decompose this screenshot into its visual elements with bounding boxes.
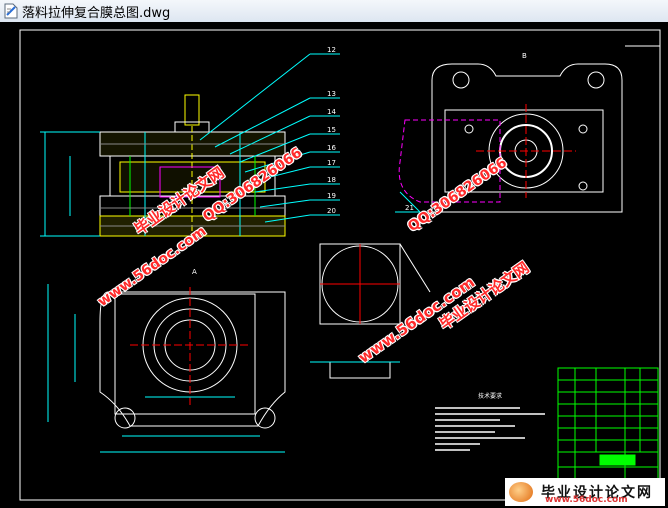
view-label-a: A xyxy=(192,268,197,276)
drawing-border xyxy=(19,29,661,501)
part-number-16: 16 xyxy=(327,144,336,152)
part-numbers: 12 13 14 15 16 17 18 19 20 21 xyxy=(327,46,414,215)
part-number-21: 21 xyxy=(405,204,414,212)
bottom-view-a: A xyxy=(47,268,286,453)
part-number-19: 19 xyxy=(327,192,336,200)
view-label-b: B xyxy=(522,52,527,60)
window-titlebar: 落料拉伸复合膜总图.dwg xyxy=(0,0,668,23)
part-number-17: 17 xyxy=(327,159,336,167)
part-number-20: 20 xyxy=(327,207,336,215)
top-view-b: B xyxy=(398,52,623,213)
part-number-13: 13 xyxy=(327,90,336,98)
part-number-15: 15 xyxy=(327,126,336,134)
window-title: 落料拉伸复合膜总图.dwg xyxy=(22,5,171,21)
part-number-12: 12 xyxy=(327,46,336,54)
technical-notes: 技术要求 xyxy=(435,392,545,451)
logo-url: www.56doc.com xyxy=(545,495,628,505)
dwg-file-icon xyxy=(4,3,18,19)
site-logo-badge: 毕业设计论文网 www.56doc.com xyxy=(505,478,665,506)
cad-drawing: 12 13 14 15 16 17 18 19 20 21 B A 技术要求 xyxy=(19,29,661,501)
part-number-14: 14 xyxy=(327,108,336,116)
cad-drawing-canvas[interactable]: 12 13 14 15 16 17 18 19 20 21 B A 技术要求 毕… xyxy=(0,22,668,508)
egg-logo-icon xyxy=(509,482,533,502)
part-number-18: 18 xyxy=(327,176,336,184)
title-block xyxy=(557,367,659,497)
notes-title: 技术要求 xyxy=(478,392,502,400)
